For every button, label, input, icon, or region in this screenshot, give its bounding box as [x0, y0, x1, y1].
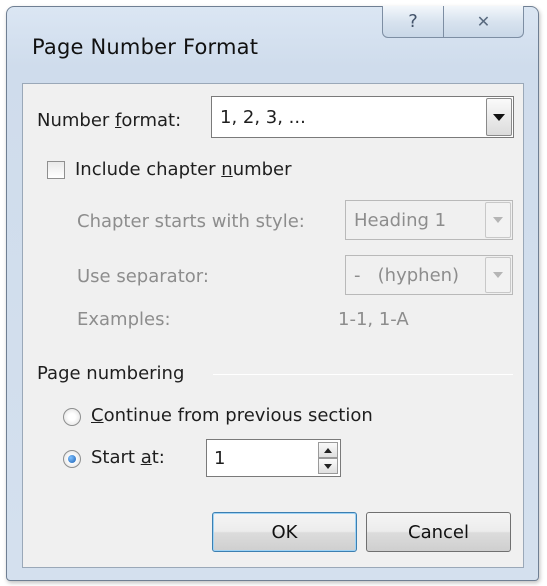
dialog-body: Number format: 1, 2, 3, ... Include chap… — [22, 83, 524, 568]
spin-up-button[interactable] — [318, 442, 338, 458]
ok-button[interactable]: OK — [212, 512, 357, 552]
chevron-down-icon — [493, 113, 505, 121]
number-format-dropdown[interactable]: 1, 2, 3, ... — [211, 96, 514, 138]
separator-value: - (hyphen) — [354, 264, 460, 286]
include-chapter-number-checkbox[interactable] — [47, 161, 65, 179]
dialog-title: Page Number Format — [32, 35, 259, 59]
close-button[interactable]: ✕ — [444, 6, 524, 38]
start-at-radio[interactable] — [63, 450, 81, 468]
chapter-style-label: Chapter starts with style: — [77, 211, 305, 232]
page-number-format-dialog: Page Number Format ? ✕ Number format: 1,… — [6, 6, 539, 581]
start-at-input[interactable]: 1 — [206, 439, 341, 477]
separator-dropdown[interactable]: - (hyphen) — [345, 255, 513, 295]
number-format-label: Number format: — [37, 110, 182, 131]
chevron-down-icon — [493, 272, 503, 278]
close-icon: ✕ — [476, 12, 491, 31]
include-chapter-number-label[interactable]: Include chapter number — [75, 159, 292, 180]
number-format-value: 1, 2, 3, ... — [220, 106, 306, 128]
help-icon: ? — [408, 11, 418, 32]
examples-value: 1-1, 1-A — [338, 309, 409, 330]
chapter-style-dropdown-button[interactable] — [485, 202, 511, 238]
group-divider — [213, 374, 513, 375]
continue-from-previous-label[interactable]: Continue from previous section — [91, 405, 373, 426]
chapter-style-value: Heading 1 — [354, 209, 447, 231]
page-numbering-group-label: Page numbering — [37, 363, 185, 384]
chevron-down-icon — [324, 463, 332, 469]
cancel-button[interactable]: Cancel — [366, 512, 511, 552]
chevron-up-icon — [324, 447, 332, 453]
spin-down-button[interactable] — [318, 458, 338, 474]
separator-label: Use separator: — [77, 266, 209, 287]
start-at-value: 1 — [214, 447, 226, 469]
chapter-style-dropdown[interactable]: Heading 1 — [345, 200, 513, 240]
help-button[interactable]: ? — [382, 6, 444, 38]
start-at-label[interactable]: Start at: — [91, 447, 165, 468]
continue-from-previous-radio[interactable] — [63, 408, 81, 426]
separator-dropdown-button[interactable] — [485, 257, 511, 293]
examples-label: Examples: — [77, 309, 171, 330]
number-format-dropdown-button[interactable] — [486, 98, 512, 136]
chevron-down-icon — [493, 217, 503, 223]
